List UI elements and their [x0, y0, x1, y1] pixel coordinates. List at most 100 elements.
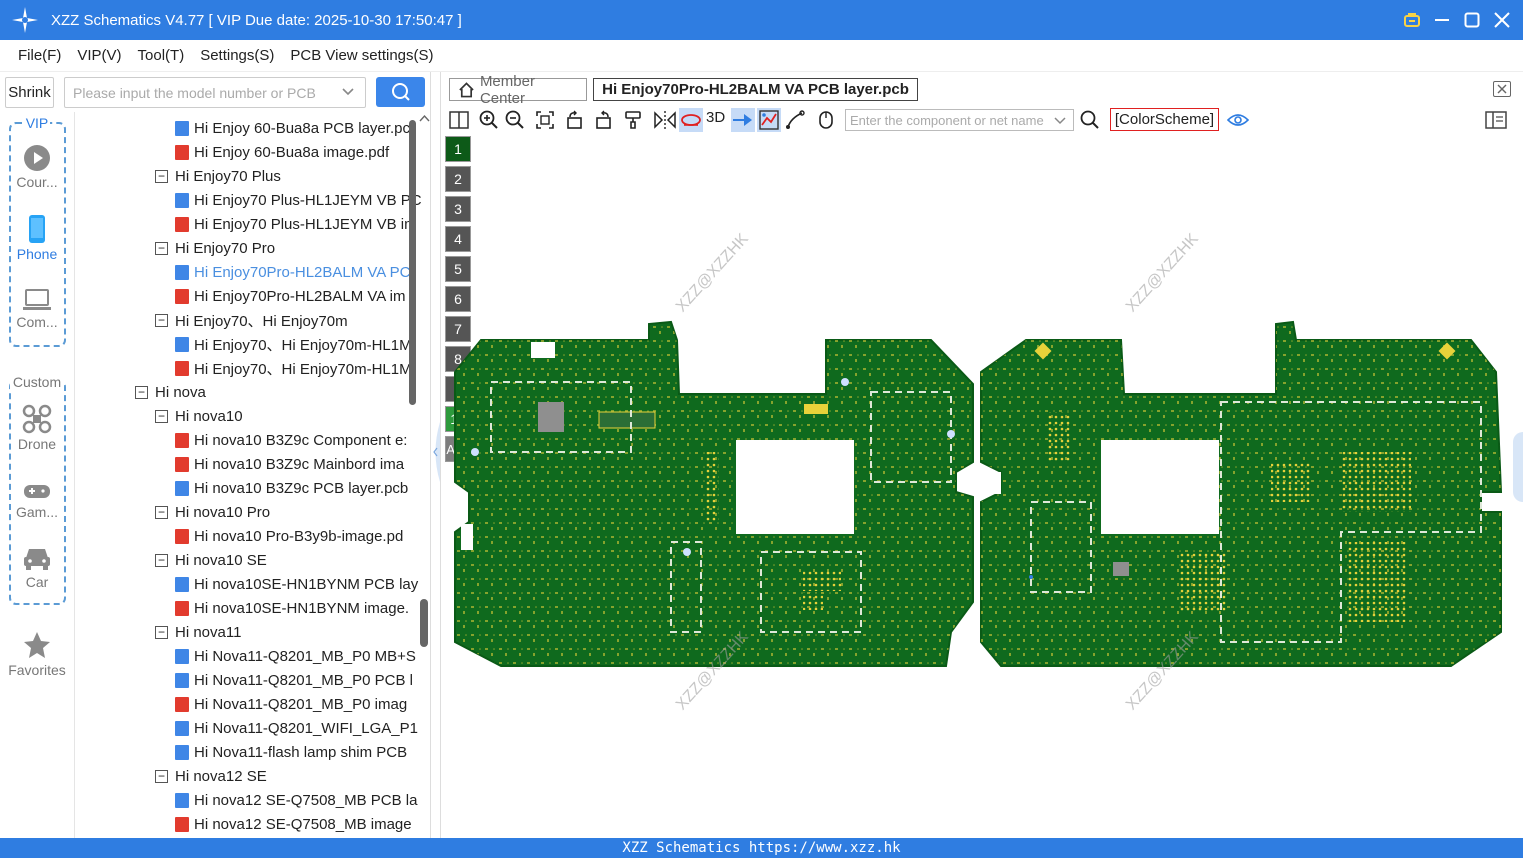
collapse-toggle-icon[interactable]: − [135, 385, 148, 399]
tree-folder[interactable]: − Hi nova [135, 380, 206, 404]
tree-folder[interactable]: − Hi Enjoy70 Plus [155, 164, 281, 188]
tree-file[interactable]: Hi Enjoy70 Plus-HL1JEYM VB PC [175, 188, 422, 212]
tree-row-label: Hi nova10SE-HN1BYNM image. [194, 599, 410, 617]
tree-file[interactable]: Hi nova10 B3Z9c Component e: [175, 428, 407, 452]
collapse-toggle-icon[interactable]: − [155, 409, 168, 423]
tree-file[interactable]: Hi Nova11-flash lamp shim PCB [175, 740, 407, 764]
tree-row-label: Hi nova12 SE [175, 767, 267, 785]
pane-splitter[interactable] [430, 72, 441, 838]
tree-scrollbar-outer[interactable] [419, 112, 430, 838]
collapse-toggle-icon[interactable]: − [155, 553, 168, 567]
chevron-down-icon[interactable] [341, 84, 355, 98]
rail-item-game[interactable]: Gam... [0, 480, 74, 520]
collapse-toggle-icon[interactable]: − [155, 169, 168, 183]
play-circle-icon [24, 145, 50, 171]
tree-folder[interactable]: − Hi Enjoy70、Hi Enjoy70m [155, 308, 348, 332]
rail-item-computer[interactable]: Com... [0, 288, 74, 330]
close-icon[interactable] [1487, 0, 1517, 40]
laptop-icon [23, 289, 51, 310]
collapse-toggle-icon[interactable]: − [155, 241, 168, 255]
menu-settings[interactable]: Settings(S) [200, 47, 274, 64]
tree-file[interactable]: Hi nova10SE-HN1BYNM image. [175, 596, 409, 620]
tree-file[interactable]: Hi Enjoy70、Hi Enjoy70m-HL1M [175, 332, 412, 356]
menu-file[interactable]: File(F) [18, 47, 61, 64]
tree-scrollbar[interactable] [408, 112, 418, 838]
menu-bar: File(F) VIP(V) Tool(T) Settings(S) PCB V… [0, 40, 1523, 72]
tree-folder[interactable]: − Hi nova10 SE [155, 548, 267, 572]
collapse-toggle-icon[interactable]: − [155, 505, 168, 519]
tree-file[interactable]: Hi Nova11-Q8201_MB_P0 MB+S [175, 644, 416, 668]
tree-file[interactable]: Hi Enjoy70、Hi Enjoy70m-HL1M [175, 356, 412, 380]
tree-file[interactable]: Hi Enjoy 60-Bua8a image.pdf [175, 140, 389, 164]
tree-file[interactable]: Hi Enjoy70 Plus-HL1JEYM VB im [175, 212, 417, 236]
tree-file[interactable]: Hi nova10 Pro-B3y9b-image.pd [175, 524, 403, 548]
tree-file[interactable]: Hi nova12 SE-Q7508_MB PCB la [175, 788, 417, 812]
tree-row-label: Hi Enjoy70 Plus-HL1JEYM VB im [194, 215, 417, 233]
tree-row-label: Hi Enjoy 60-Bua8a image.pdf [194, 143, 390, 161]
gamepad-icon [24, 485, 50, 498]
tree-row-label: Hi Nova11-Q8201_MB_P0 imag [194, 695, 408, 713]
tree-row-label: Hi nova10 B3Z9c Component e: [194, 431, 408, 449]
tree-row-label: Hi Enjoy 60-Bua8a PCB layer.pc [194, 119, 410, 137]
rail-item-car[interactable]: Car [0, 544, 74, 590]
tree-file[interactable]: Hi Nova11-Q8201_MB_P0 PCB l [175, 668, 413, 692]
tree-file[interactable]: Hi Enjoy 60-Bua8a PCB layer.pc [175, 116, 410, 140]
tree-row-label: Hi Nova11-Q8201_WIFI_LGA_P1 [194, 719, 418, 737]
collapse-toggle-icon[interactable]: − [155, 313, 168, 327]
tree-row-label: Hi Nova11-Q8201_MB_P0 PCB l [194, 671, 413, 689]
minimize-icon[interactable] [1427, 0, 1457, 40]
tree-file[interactable]: Hi Nova11-Q8201_WIFI_LGA_P1 [175, 716, 418, 740]
collapse-toggle-icon[interactable]: − [155, 625, 168, 639]
drone-icon [22, 404, 52, 434]
collapse-toggle-icon[interactable]: − [155, 769, 168, 783]
rail-item-courses[interactable]: Cour... [0, 144, 74, 190]
tree-row-label: Hi Enjoy70、Hi Enjoy70m-HL1M [194, 336, 412, 354]
tree-folder[interactable]: − Hi nova10 Pro [155, 500, 270, 524]
car-icon [24, 549, 50, 570]
tree-file[interactable]: Hi nova10SE-HN1BYNM PCB lay [175, 572, 418, 596]
star-compass-icon [12, 7, 38, 33]
menu-vip[interactable]: VIP(V) [77, 47, 121, 64]
tree-file[interactable]: Hi nova10 B3Z9c Mainbord ima [175, 452, 404, 476]
tree-folder[interactable]: − Hi nova11 [155, 620, 241, 644]
model-search-input[interactable]: Please input the model number or PCB [64, 77, 366, 108]
maximize-icon[interactable] [1457, 0, 1487, 40]
menu-tool[interactable]: Tool(T) [138, 47, 185, 64]
rail-item-computer-label: Com... [16, 314, 58, 330]
tree-folder[interactable]: − Hi nova10 [155, 404, 243, 428]
rail-item-drone[interactable]: Drone [0, 404, 74, 452]
scroll-up-icon[interactable] [419, 114, 430, 124]
rail-item-favorites[interactable]: Favorites [0, 630, 74, 678]
shrink-button[interactable]: Shrink [5, 77, 54, 108]
tree-scroll-thumb[interactable] [409, 120, 416, 405]
tree-folder[interactable]: − Hi Enjoy70 Pro [155, 236, 275, 260]
tree-row-label: Hi Enjoy70Pro-HL2BALM VA PC [194, 263, 411, 281]
pcb-canvas[interactable] [441, 72, 1523, 838]
tree-folder[interactable]: − Hi nova12 SE [155, 764, 267, 788]
tree-file[interactable]: Hi nova12 SE-Q7508_MB image [175, 812, 412, 836]
tree-row-label: Hi nova12 SE-Q7508_MB PCB la [194, 791, 418, 809]
tree-file[interactable]: Hi Nova11-Q8201_MB_P0 imag [175, 692, 407, 716]
collapse-left-icon[interactable] [431, 422, 440, 482]
search-button[interactable] [376, 77, 425, 107]
pcb-board-left[interactable] [454, 320, 974, 667]
pcb-view-pane: Member Center Hi Enjoy70Pro-HL2BALM VA P… [441, 72, 1523, 838]
expand-right-handle[interactable] [1513, 432, 1523, 502]
rail-item-phone[interactable]: Phone [0, 214, 74, 262]
tree-scroll-thumb-2[interactable] [420, 599, 428, 647]
tree-row-label: Hi nova10 Pro-B3y9b-image.pd [194, 527, 404, 545]
pdf-file-icon [175, 696, 189, 712]
menu-pcb-view-settings[interactable]: PCB View settings(S) [290, 47, 433, 64]
rail-item-game-label: Gam... [15, 504, 58, 520]
pdf-file-icon [175, 288, 189, 304]
tree-row-label: Hi Nova11-flash lamp shim PCB [194, 743, 408, 761]
tree-file[interactable]: Hi Enjoy70Pro-HL2BALM VA PC [175, 260, 410, 284]
pcb-board-right[interactable] [980, 320, 1503, 667]
pcb-file-icon [175, 336, 189, 352]
tree-file[interactable]: Hi nova10 B3Z9c PCB layer.pcb [175, 476, 408, 500]
pdf-file-icon [175, 432, 189, 448]
star-icon [24, 632, 50, 658]
tree-file[interactable]: Hi Enjoy70Pro-HL2BALM VA im [175, 284, 405, 308]
shirt-icon[interactable] [1397, 0, 1427, 40]
tree-row-label: Hi nova11 [175, 623, 242, 641]
